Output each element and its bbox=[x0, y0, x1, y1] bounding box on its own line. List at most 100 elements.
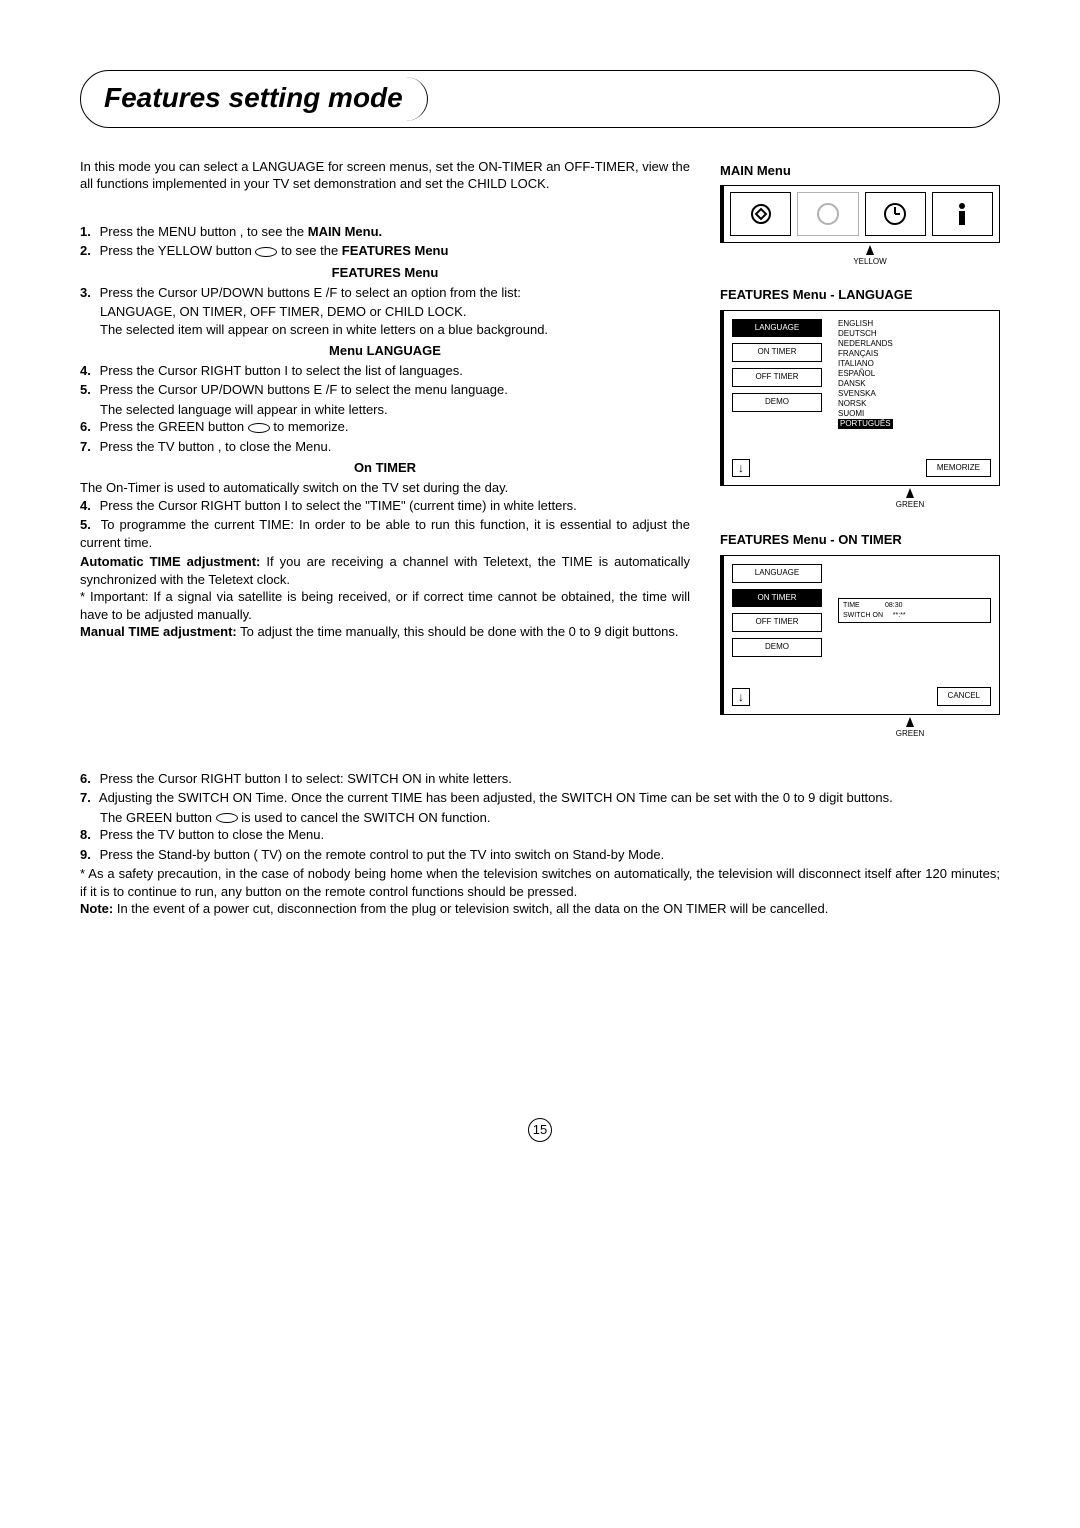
timer-step-4: 4. Press the Cursor RIGHT button I to se… bbox=[80, 497, 690, 515]
step-text: Press the Cursor UP/DOWN buttons E /F to… bbox=[100, 382, 508, 397]
green-arrow-indicator-1: GREEN bbox=[880, 488, 940, 511]
step-num: 3. bbox=[80, 284, 96, 302]
step-num: 7. bbox=[80, 438, 96, 456]
fullwidth-content: 6. Press the Cursor RIGHT button I to se… bbox=[80, 770, 1000, 918]
important-para: * Important: If a signal via satellite i… bbox=[80, 588, 690, 623]
section-heading-language: Menu LANGUAGE bbox=[80, 342, 690, 360]
osd-item-language: LANGUAGE bbox=[732, 319, 822, 338]
step-num: 4. bbox=[80, 497, 96, 515]
page-number: 15 bbox=[80, 1118, 1000, 1142]
step-num: 1. bbox=[80, 223, 96, 241]
step-num: 9. bbox=[80, 846, 96, 864]
left-column: In this mode you can select a LANGUAGE f… bbox=[80, 158, 690, 760]
step-text: Press the Cursor UP/DOWN buttons E /F to… bbox=[100, 285, 521, 300]
step-4: 4. Press the Cursor RIGHT button I to se… bbox=[80, 362, 690, 380]
two-column-layout: In this mode you can select a LANGUAGE f… bbox=[80, 158, 1000, 760]
main-menu-icon-1 bbox=[730, 192, 791, 236]
lang-english: ENGLISH bbox=[838, 319, 991, 329]
step-text: Press the MENU button , to see the bbox=[100, 224, 308, 239]
step-text: Press the Cursor RIGHT button I to selec… bbox=[100, 363, 463, 378]
green-arrow-indicator-2: GREEN bbox=[880, 717, 940, 740]
lang-italiano: ITALIANO bbox=[838, 359, 991, 369]
auto-time-para: Automatic TIME adjustment: If you are re… bbox=[80, 553, 690, 588]
osd-ontimer-figure: LANGUAGE ON TIMER OFF TIMER DEMO TIME 08… bbox=[720, 555, 1000, 715]
page-title-frame: Features setting mode bbox=[80, 70, 1000, 128]
right-column: MAIN Menu YELLOW FEATURES Menu - LANGUAG… bbox=[720, 158, 1000, 760]
green-button-icon bbox=[216, 813, 238, 823]
step-text: Press the TV button , to close the Menu. bbox=[100, 439, 332, 454]
green-button-icon bbox=[248, 423, 270, 433]
step-num: 6. bbox=[80, 770, 96, 788]
step-5: 5. Press the Cursor UP/DOWN buttons E /F… bbox=[80, 381, 690, 399]
step-num: 5. bbox=[80, 516, 96, 534]
osd-item-ontimer: ON TIMER bbox=[732, 589, 822, 608]
step-text: to see the bbox=[277, 243, 341, 258]
main-menu-icon-clock bbox=[865, 192, 926, 236]
lang-suomi: SUOMI bbox=[838, 409, 991, 419]
osd-language-figure: LANGUAGE ON TIMER OFF TIMER DEMO ENGLISH… bbox=[720, 310, 1000, 487]
step-num: 5. bbox=[80, 381, 96, 399]
green-label: GREEN bbox=[880, 729, 940, 740]
section-heading-features: FEATURES Menu bbox=[80, 264, 690, 282]
step-7: 7. Press the TV button , to close the Me… bbox=[80, 438, 690, 456]
full-step-8: 8. Press the TV button to close the Menu… bbox=[80, 826, 1000, 844]
note-label: Note: bbox=[80, 901, 113, 916]
step-text: to memorize. bbox=[270, 419, 349, 434]
full-step-7b: The GREEN button is used to cancel the S… bbox=[80, 809, 1000, 827]
step-5-line2: The selected language will appear in whi… bbox=[80, 401, 690, 419]
ontimer-intro: The On-Timer is used to automatically sw… bbox=[80, 479, 690, 497]
auto-time-label: Automatic TIME adjustment: bbox=[80, 554, 260, 569]
osd-item-ontimer: ON TIMER bbox=[732, 343, 822, 362]
step-text: The GREEN button bbox=[100, 810, 216, 825]
page-title: Features setting mode bbox=[104, 79, 403, 117]
note-text: In the event of a power cut, disconnecti… bbox=[113, 901, 828, 916]
step-2: 2. Press the YELLOW button to see the FE… bbox=[80, 242, 690, 260]
green-label: GREEN bbox=[880, 500, 940, 511]
lang-francais: FRANÇAIS bbox=[838, 349, 991, 359]
step-3: 3. Press the Cursor UP/DOWN buttons E /F… bbox=[80, 284, 690, 302]
step-text: Press the TV button to close the Menu. bbox=[100, 827, 325, 842]
manual-time-label: Manual TIME adjustment: bbox=[80, 624, 237, 639]
lang-norsk: NORSK bbox=[838, 399, 991, 409]
safety-para: * As a safety precaution, in the case of… bbox=[80, 865, 1000, 900]
step-text: Press the Stand-by button ( TV) on the r… bbox=[100, 847, 665, 862]
page-number-value: 15 bbox=[528, 1118, 552, 1142]
lang-svenska: SVENSKA bbox=[838, 389, 991, 399]
osd-item-offtimer: OFF TIMER bbox=[732, 613, 822, 632]
osd-lang-left: LANGUAGE ON TIMER OFF TIMER DEMO bbox=[732, 319, 822, 429]
step-bold: MAIN Menu. bbox=[308, 224, 382, 239]
timer-detail-box: TIME 08:30 SWITCH ON **:** bbox=[838, 598, 991, 624]
main-menu-title: MAIN Menu bbox=[720, 162, 1000, 180]
main-menu-figure bbox=[720, 185, 1000, 243]
manual-time-text: To adjust the time manually, this should… bbox=[237, 624, 679, 639]
step-num: 4. bbox=[80, 362, 96, 380]
step-text: To programme the current TIME: In order … bbox=[80, 517, 690, 550]
manual-time-para: Manual TIME adjustment: To adjust the ti… bbox=[80, 623, 690, 641]
step-bold: FEATURES Menu bbox=[342, 243, 449, 258]
step-6: 6. Press the GREEN button to memorize. bbox=[80, 418, 690, 436]
osd-lang-list: ENGLISH DEUTSCH NEDERLANDS FRANÇAIS ITAL… bbox=[838, 319, 991, 429]
arrow-up-icon bbox=[866, 245, 874, 255]
step-text: is used to cancel the SWITCH ON function… bbox=[238, 810, 491, 825]
osd-timer-left: LANGUAGE ON TIMER OFF TIMER DEMO bbox=[732, 564, 822, 657]
step-num: 7. bbox=[80, 789, 96, 807]
section-heading-ontimer: On TIMER bbox=[80, 459, 690, 477]
memorize-button: MEMORIZE bbox=[926, 459, 991, 478]
step-3-line3: The selected item will appear on screen … bbox=[80, 321, 690, 339]
step-1: 1. Press the MENU button , to see the MA… bbox=[80, 223, 690, 241]
yellow-button-icon bbox=[255, 247, 277, 257]
note-para: Note: In the event of a power cut, disco… bbox=[80, 900, 1000, 918]
osd-item-offtimer: OFF TIMER bbox=[732, 368, 822, 387]
step-text: Adjusting the SWITCH ON Time. Once the c… bbox=[99, 790, 893, 805]
full-step-7: 7. Adjusting the SWITCH ON Time. Once th… bbox=[80, 789, 1000, 807]
arrow-up-icon bbox=[906, 488, 914, 498]
main-menu-icon-info bbox=[932, 192, 993, 236]
step-text: Press the YELLOW button bbox=[100, 243, 256, 258]
lang-dansk: DANSK bbox=[838, 379, 991, 389]
intro-paragraph: In this mode you can select a LANGUAGE f… bbox=[80, 158, 690, 193]
osd-item-demo: DEMO bbox=[732, 638, 822, 657]
step-num: 6. bbox=[80, 418, 96, 436]
osd-item-demo: DEMO bbox=[732, 393, 822, 412]
down-arrow-icon: ↓ bbox=[732, 459, 750, 477]
features-lang-title: FEATURES Menu - LANGUAGE bbox=[720, 286, 1000, 304]
